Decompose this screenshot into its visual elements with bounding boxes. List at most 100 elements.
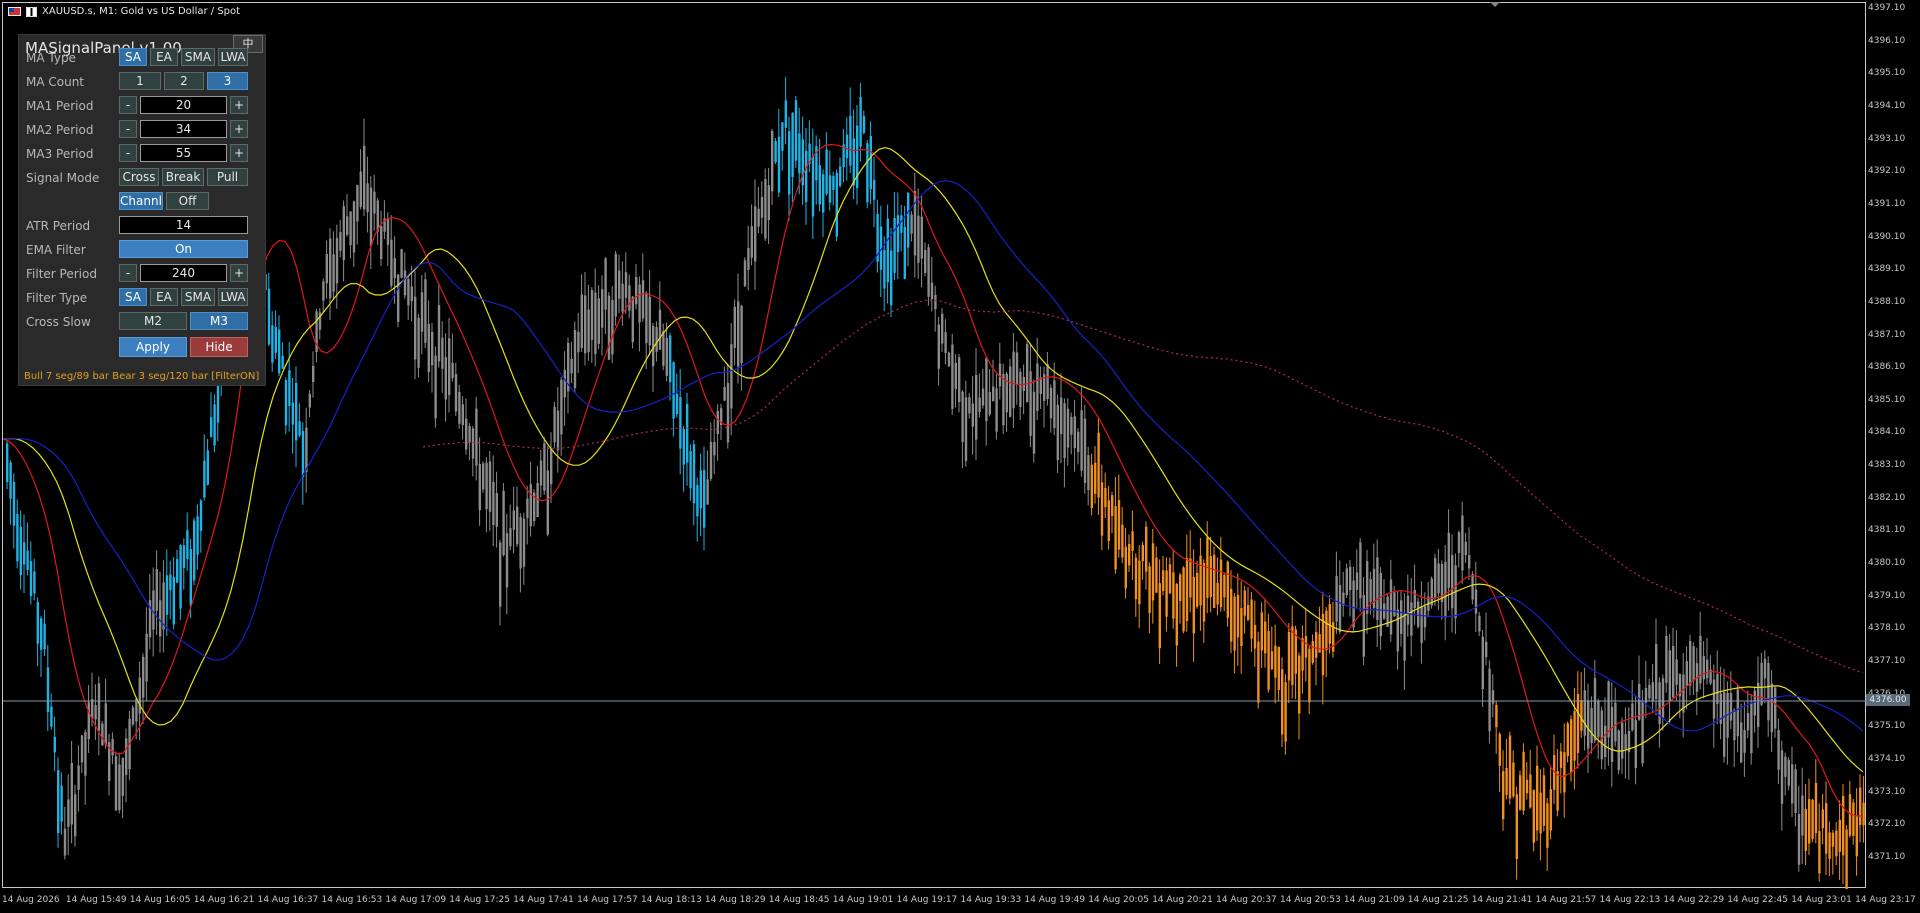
- ma1-period-input[interactable]: 20: [140, 96, 227, 114]
- ema-filter-toggle-button[interactable]: On: [119, 240, 248, 258]
- signal-mode-cross-button[interactable]: Cross: [119, 168, 159, 186]
- filter-period-minus-button[interactable]: -: [119, 264, 137, 282]
- time-axis-label: 14 Aug 19:33: [960, 895, 1022, 905]
- filter-type-ea-button[interactable]: EA: [150, 288, 178, 306]
- filter-type-label: Filter Type: [26, 291, 88, 305]
- price-axis-label: 4390.10: [1868, 231, 1906, 242]
- filter-type-sma-button[interactable]: SMA: [181, 288, 215, 306]
- ma1-period-minus-button[interactable]: -: [119, 96, 137, 114]
- signal-status-text: Bull 7 seg/89 bar Bear 3 seg/120 bar [Fi…: [24, 371, 260, 382]
- ma-type-lwa-button[interactable]: LWA: [218, 48, 248, 66]
- time-axis-label: 14 Aug 18:29: [704, 895, 766, 905]
- time-axis-label: 14 Aug 21:41: [1471, 895, 1533, 905]
- price-axis-label: 4383.10: [1868, 460, 1906, 471]
- cross-slow-m2-button[interactable]: M2: [119, 312, 187, 330]
- price-axis-label: 4385.10: [1868, 394, 1906, 405]
- time-axis-label: 14 Aug 16:53: [321, 895, 383, 905]
- ma-type-sma-button[interactable]: SMA: [181, 48, 215, 66]
- time-axis-label: 14 Aug 16:21: [193, 895, 255, 905]
- filter-period-input[interactable]: 240: [140, 264, 227, 282]
- ma-type-sa-button[interactable]: SA: [119, 48, 147, 66]
- time-axis-label: 14 Aug 19:01: [832, 895, 894, 905]
- time-axis-label: 14 Aug 21:09: [1343, 895, 1405, 905]
- price-axis-label: 4378.10: [1868, 623, 1906, 634]
- price-axis-label: 4372.10: [1868, 819, 1906, 830]
- hide-button[interactable]: Hide: [190, 337, 248, 357]
- ma2-period-label: MA2 Period: [26, 123, 94, 137]
- price-axis-label: 4375.10: [1868, 721, 1906, 732]
- time-axis-label: 14 Aug 22:45: [1727, 895, 1788, 905]
- signal-mode-label: Signal Mode: [26, 171, 100, 185]
- time-axis-label: 14 Aug 17:57: [577, 895, 638, 905]
- time-axis-label: 14 Aug 21:25: [1407, 895, 1469, 905]
- price-axis-label: 4393.10: [1868, 133, 1906, 144]
- cross-slow-label: Cross Slow: [26, 315, 91, 329]
- ma-count-label: MA Count: [26, 75, 85, 89]
- time-axis-label: 14 Aug 19:17: [896, 895, 958, 905]
- ma2-period-minus-button[interactable]: -: [119, 120, 137, 138]
- time-axis-label: 14 Aug 21:57: [1535, 895, 1597, 905]
- chart-window-title: XAUUSD.s, M1: Gold vs US Dollar / Spot: [8, 6, 240, 17]
- price-axis-label: 4381.10: [1868, 525, 1906, 536]
- time-axis-label: 14 Aug 20:21: [1152, 895, 1213, 905]
- price-axis-label: 4373.10: [1868, 786, 1906, 797]
- ma3-line: [3, 180, 1864, 732]
- signal-mode-pull-button[interactable]: Pull: [207, 168, 248, 186]
- price-axis-label: 4374.10: [1868, 753, 1906, 764]
- price-axis-label: 4391.10: [1868, 198, 1906, 209]
- price-axis-label: 4377.10: [1868, 656, 1906, 666]
- price-axis-label: 4395.10: [1868, 68, 1906, 79]
- ma1-period-plus-button[interactable]: +: [230, 96, 248, 114]
- atr-period-input[interactable]: 14: [119, 216, 248, 234]
- ma-type-ea-button[interactable]: EA: [150, 48, 178, 66]
- signal-mode-channel-button[interactable]: Channl: [119, 192, 163, 210]
- ma3-period-plus-button[interactable]: +: [230, 144, 248, 162]
- ma2-period-plus-button[interactable]: +: [230, 120, 248, 138]
- price-axis-label: 4387.10: [1868, 329, 1906, 340]
- price-axis-label: 4384.10: [1868, 427, 1906, 438]
- ma2-period-input[interactable]: 34: [140, 120, 227, 138]
- price-axis-label: 4389.10: [1868, 264, 1906, 275]
- ma-count-2-button[interactable]: 2: [164, 72, 204, 90]
- time-axis-label: 14 Aug 17:41: [513, 895, 574, 905]
- ma3-period-input[interactable]: 55: [140, 144, 227, 162]
- ma1-period-label: MA1 Period: [26, 99, 94, 113]
- ma-count-3-button[interactable]: 3: [207, 72, 248, 90]
- time-axis-label: 14 Aug 23:17: [1855, 895, 1916, 905]
- time-axis-label: 14 Aug 16:05: [129, 895, 191, 905]
- filter-type-sa-button[interactable]: SA: [119, 288, 147, 306]
- time-axis-label: 14 Aug 22:13: [1599, 895, 1661, 905]
- price-chart[interactable]: [3, 3, 1867, 889]
- time-axis-label: 14 Aug 19:49: [1024, 895, 1086, 905]
- chart-area[interactable]: [2, 2, 1867, 889]
- price-axis-label: 4382.10: [1868, 492, 1906, 503]
- filter-period-plus-button[interactable]: +: [230, 264, 248, 282]
- ma3-period-minus-button[interactable]: -: [119, 144, 137, 162]
- price-axis-label: 4388.10: [1868, 296, 1906, 307]
- apply-button[interactable]: Apply: [119, 337, 187, 357]
- signal-mode-off-button[interactable]: Off: [166, 192, 209, 210]
- ma-type-label: MA Type: [26, 51, 76, 65]
- time-axis-label: 14 Aug 2026: [2, 895, 60, 905]
- time-axis-label: 14 Aug 18:45: [768, 895, 830, 905]
- filter-type-lwa-button[interactable]: LWA: [218, 288, 248, 306]
- ma3-period-label: MA3 Period: [26, 147, 94, 161]
- flag-icon: [8, 7, 21, 16]
- chart-title-text: XAUUSD.s, M1: Gold vs US Dollar / Spot: [42, 6, 241, 17]
- cross-slow-m3-button[interactable]: M3: [190, 312, 248, 330]
- time-axis-label: 14 Aug 22:29: [1663, 895, 1725, 905]
- time-axis-label: 14 Aug 23:01: [1791, 895, 1852, 905]
- signal-mode-break-button[interactable]: Break: [162, 168, 204, 186]
- ema-filter-label: EMA Filter: [26, 243, 86, 257]
- price-axis-label: 4371.10: [1868, 851, 1906, 862]
- chart-type-icon: [26, 6, 37, 17]
- ma-count-1-button[interactable]: 1: [119, 72, 161, 90]
- time-axis-label: 14 Aug 15:49: [65, 895, 127, 905]
- filter-ma-line: [422, 299, 1864, 674]
- price-axis-label: 4392.10: [1868, 166, 1906, 177]
- filter-period-label: Filter Period: [26, 267, 97, 281]
- shift-marker-icon[interactable]: [1490, 2, 1500, 7]
- candles: [6, 73, 1865, 889]
- price-axis-label: 4394.10: [1868, 100, 1906, 111]
- price-axis-label: 4396.10: [1868, 35, 1906, 46]
